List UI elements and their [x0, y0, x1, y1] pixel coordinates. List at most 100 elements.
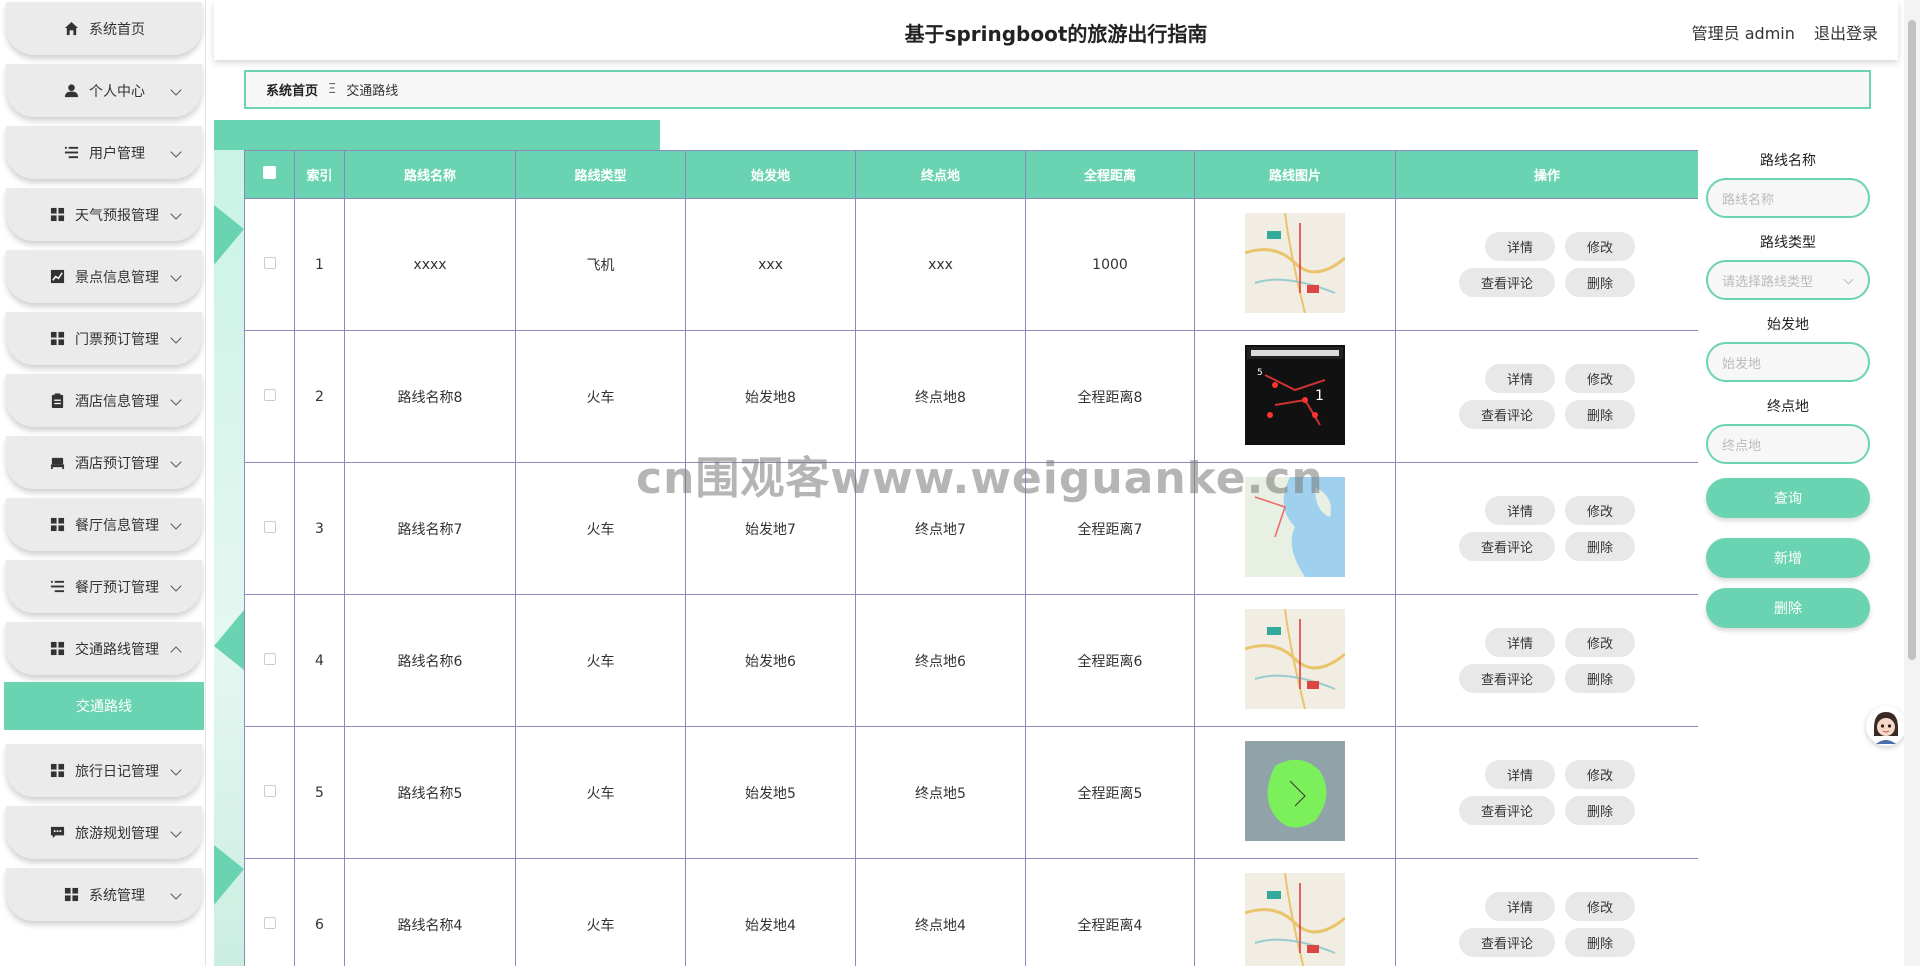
delete-button[interactable]: 删除 [1565, 532, 1636, 561]
cell-route-type: 火车 [515, 594, 686, 727]
detail-button[interactable]: 详情 [1484, 364, 1555, 393]
column-header: 终点地 [855, 150, 1026, 199]
cell-actions: 详情 修改 查看评论 删除 [1395, 198, 1698, 331]
sidebar-item-0[interactable]: 系统首页 [6, 2, 202, 55]
row-checkbox[interactable] [263, 256, 276, 269]
edit-button[interactable]: 修改 [1565, 892, 1636, 921]
cell-route-type: 火车 [515, 726, 686, 859]
detail-button[interactable]: 详情 [1484, 232, 1555, 261]
cell-index: 3 [294, 462, 345, 595]
detail-button[interactable]: 详情 [1484, 892, 1555, 921]
route-map-image[interactable] [1245, 476, 1345, 581]
table-row: 1 xxxx 飞机 xxx xxx 1000 详情 修改 查看评论 删除 [244, 198, 1698, 331]
chevron-down-icon [170, 332, 182, 344]
table-row: 3 路线名称7 火车 始发地7 终点地7 全程距离7 详情 修改 查看评论 删除 [244, 462, 1698, 595]
row-actions: 详情 修改 查看评论 删除 [1396, 496, 1698, 561]
sidebar-item-8[interactable]: 餐厅信息管理 [6, 498, 202, 551]
view-reviews-button[interactable]: 查看评论 [1458, 532, 1555, 561]
route-map-image[interactable] [1245, 212, 1345, 317]
cell-distance: 1000 [1025, 198, 1195, 331]
route-name-input[interactable]: 路线名称 [1706, 178, 1870, 218]
delete-button[interactable]: 删除 [1565, 664, 1636, 693]
sidebar-item-9[interactable]: 餐厅预订管理 [6, 560, 202, 613]
add-button[interactable]: 新增 [1706, 538, 1870, 578]
delete-button[interactable]: 删除 [1565, 268, 1636, 297]
cell-from: xxx [685, 198, 856, 331]
edit-button[interactable]: 修改 [1565, 628, 1636, 657]
edit-button[interactable]: 修改 [1565, 760, 1636, 789]
sidebar-subitem-routes[interactable]: 交通路线 [4, 682, 204, 730]
view-reviews-button[interactable]: 查看评论 [1458, 268, 1555, 297]
query-button[interactable]: 查询 [1706, 478, 1870, 518]
row-checkbox[interactable] [263, 520, 276, 533]
sidebar-item-10[interactable]: 交通路线管理 [6, 622, 202, 675]
cell-distance: 全程距离5 [1025, 726, 1195, 859]
scrollbar-thumb[interactable] [1908, 20, 1916, 660]
select-all-checkbox[interactable] [263, 166, 276, 179]
delete-button[interactable]: 删除 [1565, 796, 1636, 825]
cell-route-name: 路线名称5 [344, 726, 516, 859]
chevron-down-icon [1843, 274, 1854, 285]
sidebar-item-4[interactable]: 景点信息管理 [6, 250, 202, 303]
breadcrumb: 系统首页 Ξ 交通路线 [244, 70, 1871, 109]
route-name-label: 路线名称 [1760, 153, 1816, 169]
cell-distance: 全程距离7 [1025, 462, 1195, 595]
delete-button[interactable]: 删除 [1565, 928, 1636, 957]
select-all-checkbox-cell[interactable] [244, 150, 295, 199]
assistant-avatar[interactable] [1866, 706, 1906, 746]
cell-to: xxx [855, 198, 1026, 331]
sidebar-item-11[interactable]: 旅行日记管理 [6, 744, 202, 797]
breadcrumb-home[interactable]: 系统首页 [266, 80, 318, 99]
row-checkbox[interactable] [263, 652, 276, 665]
grid-icon [49, 517, 65, 533]
view-reviews-button[interactable]: 查看评论 [1458, 664, 1555, 693]
header: 基于springboot的旅游出行指南 管理员 admin 退出登录 [214, 0, 1898, 60]
sidebar-item-5[interactable]: 门票预订管理 [6, 312, 202, 365]
cell-actions: 详情 修改 查看评论 删除 [1395, 726, 1698, 859]
row-actions: 详情 修改 查看评论 删除 [1396, 232, 1698, 297]
from-input[interactable]: 始发地 [1706, 342, 1870, 382]
edit-button[interactable]: 修改 [1565, 232, 1636, 261]
route-map-image[interactable]: 51 [1245, 344, 1345, 449]
chevron-down-icon [170, 888, 182, 900]
route-table-container: 索引 路线名称 路线类型 始发地 终点地 全程距离 路线图片 操作 1 xxxx 飞机 xxx xxx… [244, 150, 1698, 966]
sidebar-item-7[interactable]: 酒店预订管理 [6, 436, 202, 489]
row-checkbox[interactable] [263, 916, 276, 929]
detail-button[interactable]: 详情 [1484, 760, 1555, 789]
edit-button[interactable]: 修改 [1565, 364, 1636, 393]
table-row: 5 路线名称5 火车 始发地5 终点地5 全程距离5 详情 修改 查看评论 删除 [244, 726, 1698, 859]
route-map-image[interactable] [1245, 608, 1345, 713]
sidebar-item-12[interactable]: 旅游规划管理 [6, 806, 202, 859]
logout-link[interactable]: 退出登录 [1814, 24, 1878, 43]
delete-button[interactable]: 删除 [1565, 400, 1636, 429]
detail-button[interactable]: 详情 [1484, 628, 1555, 657]
row-checkbox[interactable] [263, 388, 276, 401]
view-reviews-button[interactable]: 查看评论 [1458, 928, 1555, 957]
detail-button[interactable]: 详情 [1484, 496, 1555, 525]
route-map-image[interactable] [1245, 872, 1345, 966]
row-checkbox-cell [244, 594, 295, 727]
sidebar-item-13[interactable]: 系统管理 [6, 868, 202, 921]
row-checkbox[interactable] [263, 784, 276, 797]
route-map-image[interactable] [1245, 740, 1345, 845]
edit-button[interactable]: 修改 [1565, 496, 1636, 525]
route-type-select[interactable]: 请选择路线类型 [1706, 260, 1870, 300]
column-header: 路线名称 [344, 150, 516, 199]
row-actions: 详情 修改 查看评论 删除 [1396, 364, 1698, 429]
chevron-down-icon [170, 580, 182, 592]
sidebar-item-2[interactable]: 用户管理 [6, 126, 202, 179]
sidebar-item-6[interactable]: 酒店信息管理 [6, 374, 202, 427]
view-reviews-button[interactable]: 查看评论 [1458, 400, 1555, 429]
to-input[interactable]: 终点地 [1706, 424, 1870, 464]
chevron-down-icon [170, 84, 182, 96]
user-name: 管理员 admin [1691, 24, 1795, 43]
cell-index: 2 [294, 330, 345, 463]
sidebar-item-1[interactable]: 个人中心 [6, 64, 202, 117]
view-reviews-button[interactable]: 查看评论 [1458, 796, 1555, 825]
cell-index: 6 [294, 858, 345, 966]
sidebar-item-label: 用户管理 [89, 145, 145, 162]
batch-delete-button[interactable]: 删除 [1706, 588, 1870, 628]
sidebar-item-3[interactable]: 天气预报管理 [6, 188, 202, 241]
scrollbar[interactable] [1904, 0, 1920, 966]
sidebar-item-label: 个人中心 [89, 83, 145, 100]
